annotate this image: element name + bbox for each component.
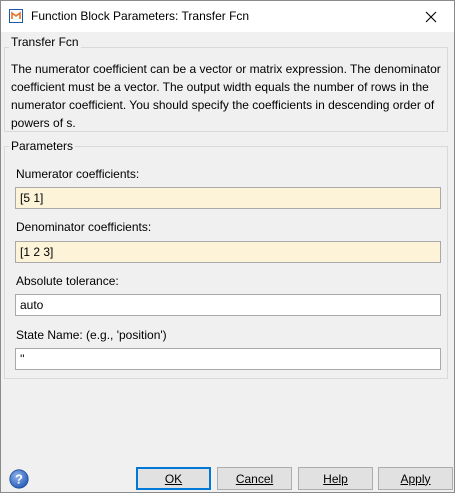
numerator-field[interactable] (15, 187, 441, 209)
help-question-icon[interactable]: ? (9, 469, 29, 489)
apply-button-label: Apply (400, 471, 431, 486)
ok-button-label: OK (164, 471, 183, 486)
denominator-label: Denominator coefficients: (16, 220, 152, 234)
close-icon (425, 11, 437, 22)
title-bar: Function Block Parameters: Transfer Fcn (1, 1, 454, 32)
simulink-block-icon (9, 9, 23, 23)
absolute-tolerance-field[interactable] (15, 294, 441, 316)
dialog-window: Function Block Parameters: Transfer Fcn … (0, 0, 455, 493)
apply-button[interactable]: Apply (378, 467, 453, 490)
cancel-button-label: Cancel (235, 471, 274, 486)
denominator-field[interactable] (15, 241, 441, 263)
ok-button[interactable]: OK (136, 467, 211, 490)
parameters-group-title: Parameters (9, 139, 76, 153)
absolute-tolerance-label: Absolute tolerance: (16, 274, 119, 288)
description-text: The numerator coefficient can be a vecto… (11, 62, 441, 130)
state-name-label: State Name: (e.g., 'position') (16, 328, 167, 342)
help-button[interactable]: Help (298, 467, 373, 490)
cancel-button[interactable]: Cancel (217, 467, 292, 490)
numerator-label: Numerator coefficients: (16, 167, 140, 181)
description-group-title: Transfer Fcn (9, 35, 81, 49)
window-title: Function Block Parameters: Transfer Fcn (31, 9, 250, 23)
help-button-label: Help (323, 471, 348, 486)
close-button[interactable] (408, 1, 454, 32)
state-name-field[interactable] (15, 348, 441, 370)
svg-text:?: ? (15, 472, 23, 487)
